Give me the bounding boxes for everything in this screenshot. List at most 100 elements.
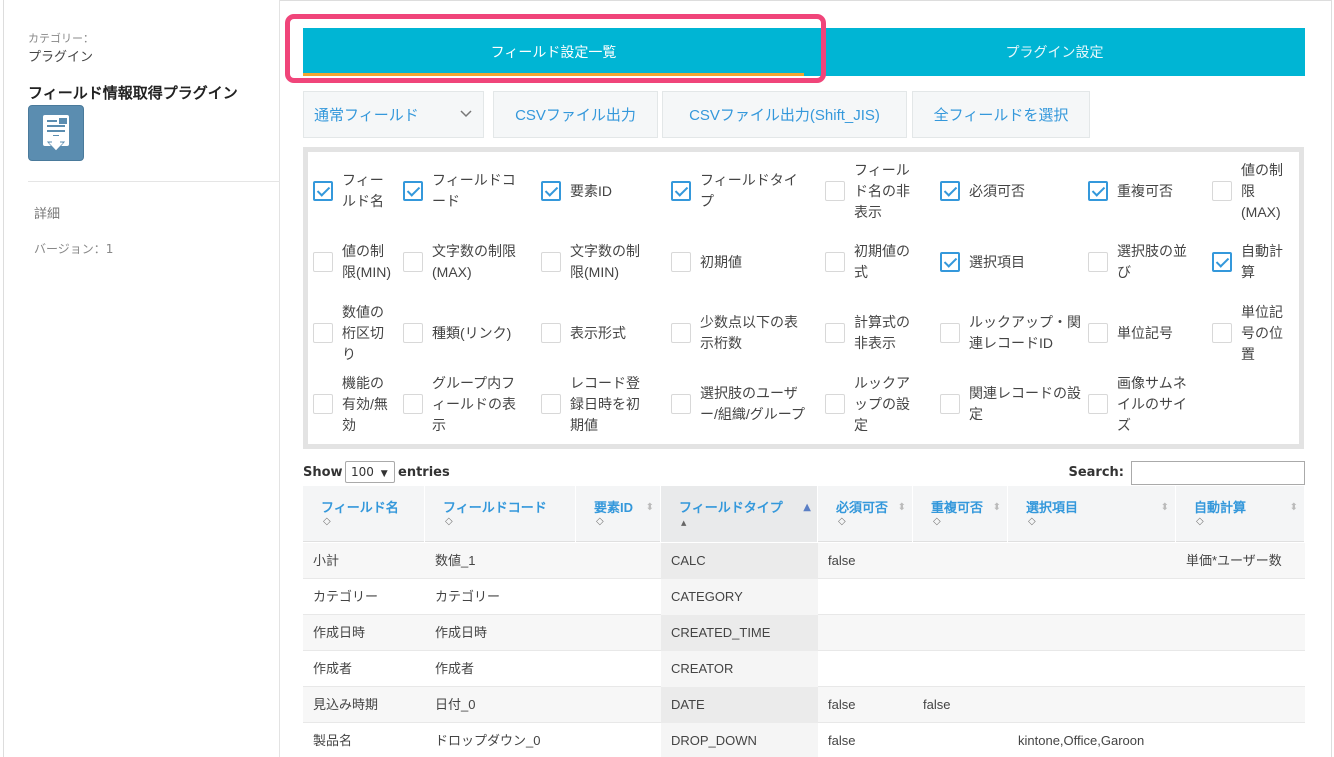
table-row[interactable]: 小計 数値_1 CALC false 単価*ユーザー数 bbox=[303, 543, 1305, 579]
table-cell: 作成者 bbox=[313, 661, 353, 676]
column-checkbox[interactable] bbox=[403, 252, 423, 272]
table-cell: 数値_1 bbox=[435, 553, 476, 568]
column-checkbox[interactable] bbox=[1088, 323, 1108, 343]
column-checkbox[interactable] bbox=[541, 394, 561, 414]
column-toggle-item[interactable]: フィールド名の非表示 bbox=[825, 159, 914, 223]
column-checkbox[interactable] bbox=[1088, 181, 1108, 201]
column-toggle-item[interactable]: 文字数の制限(MAX) bbox=[403, 230, 522, 294]
column-toggle-item[interactable]: 種類(リンク) bbox=[403, 301, 522, 365]
table-cell: ドロップダウン_0 bbox=[435, 733, 541, 748]
sort-indicator-icon: ⬍ bbox=[897, 502, 906, 513]
column-toggle-item[interactable]: 初期値 bbox=[671, 230, 810, 294]
column-checkbox[interactable] bbox=[541, 181, 561, 201]
select-all-fields-button[interactable]: 全フィールドを選択 bbox=[912, 91, 1090, 138]
column-toggle-item[interactable]: 重複可否 bbox=[1088, 159, 1195, 223]
column-toggle-item[interactable]: ルックアップ・関連レコードID bbox=[940, 301, 1089, 365]
table-row[interactable]: 製品名 ドロップダウン_0 DROP_DOWN false kintone,Office… bbox=[303, 723, 1305, 757]
column-checkbox[interactable] bbox=[671, 323, 691, 343]
column-header[interactable]: 必須可否 ◇ ⬍ bbox=[818, 486, 913, 542]
column-toggle-item[interactable]: 選択項目 bbox=[940, 230, 1089, 294]
csv-export-shift-jis-button[interactable]: CSVファイル出力(Shift_JIS) bbox=[662, 91, 907, 138]
tab-field-list[interactable]: フィールド設定一覧 bbox=[303, 28, 804, 76]
field-type-select[interactable]: 通常フィールド bbox=[303, 91, 484, 138]
column-checkbox[interactable] bbox=[403, 323, 423, 343]
column-toggle-item[interactable]: 要素ID bbox=[541, 159, 652, 223]
column-header[interactable]: フィールドコード ◇ bbox=[425, 486, 576, 542]
column-toggle-item[interactable]: 表示形式 bbox=[541, 301, 652, 365]
sidebar: カテゴリー： プラグイン フィールド情報取得プラグイン 詳細 バージョン：1 bbox=[4, 0, 280, 757]
column-toggle-item[interactable]: 自動計算 bbox=[1212, 230, 1291, 294]
column-checkbox[interactable] bbox=[1088, 252, 1108, 272]
column-toggle-item[interactable]: 少数点以下の表示桁数 bbox=[671, 301, 810, 365]
column-checkbox[interactable] bbox=[1212, 252, 1232, 272]
column-header[interactable]: 選択項目 ◇ ⬍ bbox=[1008, 486, 1176, 542]
column-toggle-item[interactable]: 関連レコードの設定 bbox=[940, 372, 1089, 436]
column-toggle-item[interactable]: 単位記号 bbox=[1088, 301, 1195, 365]
column-checkbox[interactable] bbox=[825, 181, 845, 201]
sort-asc-icon: ▲ bbox=[681, 519, 687, 527]
column-toggle-item[interactable]: 計算式の非表示 bbox=[825, 301, 914, 365]
table-row[interactable]: カテゴリー カテゴリー CATEGORY bbox=[303, 579, 1305, 615]
column-toggle-item[interactable]: 数値の桁区切り bbox=[313, 301, 397, 365]
column-checkbox[interactable] bbox=[825, 252, 845, 272]
column-toggle-item[interactable]: 選択肢の並び bbox=[1088, 230, 1195, 294]
column-checkbox[interactable] bbox=[1212, 181, 1232, 201]
table-row[interactable]: 見込み時期 日付_0 DATE false false bbox=[303, 687, 1305, 723]
column-toggle-item[interactable]: フィールド名 bbox=[313, 159, 397, 223]
column-checkbox[interactable] bbox=[940, 252, 960, 272]
column-header[interactable]: 自動計算 ◇ ⬍ bbox=[1176, 486, 1305, 542]
column-header[interactable]: 要素ID ◇ ⬍ bbox=[576, 486, 661, 542]
detail-link[interactable]: 詳細 bbox=[34, 203, 60, 222]
column-checkbox[interactable] bbox=[1088, 394, 1108, 414]
column-checkbox-label: 少数点以下の表示桁数 bbox=[700, 314, 798, 351]
column-checkbox[interactable] bbox=[313, 323, 333, 343]
column-toggle-item[interactable]: フィールドタイプ bbox=[671, 159, 810, 223]
column-toggle-item[interactable]: グループ内フィールドの表示 bbox=[403, 372, 522, 436]
column-toggle-item[interactable]: 文字数の制限(MIN) bbox=[541, 230, 652, 294]
column-checkbox[interactable] bbox=[403, 394, 423, 414]
column-checkbox[interactable] bbox=[541, 323, 561, 343]
table-cell: CREATOR bbox=[671, 661, 734, 676]
search-input[interactable] bbox=[1131, 461, 1305, 485]
column-checkbox[interactable] bbox=[825, 323, 845, 343]
table-cell: kintone,Office,Garoon bbox=[1018, 733, 1145, 748]
column-toggle-item[interactable]: 選択肢のユーザー/組織/グループ bbox=[671, 372, 810, 436]
column-checkbox[interactable] bbox=[403, 181, 423, 201]
column-toggle-item[interactable]: レコード登録日時を初期値 bbox=[541, 372, 652, 436]
column-checkbox[interactable] bbox=[940, 323, 960, 343]
column-toggle-item[interactable]: 機能の有効/無効 bbox=[313, 372, 397, 436]
column-checkbox[interactable] bbox=[940, 394, 960, 414]
column-checkbox[interactable] bbox=[825, 394, 845, 414]
column-toggle-item[interactable]: 必須可否 bbox=[940, 159, 1089, 223]
column-checkbox[interactable] bbox=[313, 181, 333, 201]
column-header[interactable]: フィールド名 ◇ bbox=[303, 486, 425, 542]
table-row[interactable]: 作成者 作成者 CREATOR bbox=[303, 651, 1305, 687]
column-toggle-item[interactable]: 初期値の式 bbox=[825, 230, 914, 294]
csv-export-button[interactable]: CSVファイル出力 bbox=[493, 91, 658, 138]
column-toggle-item[interactable]: 値の制限(MAX) bbox=[1212, 159, 1291, 223]
tab-plugin-settings[interactable]: プラグイン設定 bbox=[804, 28, 1305, 76]
column-toggle-item[interactable]: フィールドコード bbox=[403, 159, 522, 223]
column-checkbox[interactable] bbox=[671, 394, 691, 414]
page-length-select[interactable]: 100 ▼ bbox=[345, 461, 395, 483]
column-checkbox[interactable] bbox=[940, 181, 960, 201]
column-checkbox[interactable] bbox=[671, 181, 691, 201]
column-toggle-item[interactable]: 画像サムネイルのサイズ bbox=[1088, 372, 1195, 436]
column-header[interactable]: フィールドタイプ ▲ ▲ bbox=[661, 486, 818, 542]
column-checkbox[interactable] bbox=[313, 252, 333, 272]
column-checkbox[interactable] bbox=[313, 394, 333, 414]
column-header[interactable]: 重複可否 ◇ ⬍ bbox=[913, 486, 1008, 542]
table-cell: 小計 bbox=[313, 553, 340, 568]
column-checkbox-label: 要素ID bbox=[570, 182, 612, 199]
table-row[interactable]: 作成日時 作成日時 CREATED_TIME bbox=[303, 615, 1305, 651]
column-toggle-item[interactable]: 単位記号の位置 bbox=[1212, 301, 1291, 365]
chevron-down-icon bbox=[460, 110, 472, 118]
column-toggle-item[interactable]: ルックアップの設定 bbox=[825, 372, 914, 436]
column-checkbox-label: フィールドコード bbox=[432, 172, 516, 209]
column-toggle-item[interactable]: 値の制限(MIN) bbox=[313, 230, 397, 294]
column-checkbox[interactable] bbox=[541, 252, 561, 272]
column-checkbox[interactable] bbox=[671, 252, 691, 272]
column-checkbox[interactable] bbox=[1212, 323, 1232, 343]
column-checkbox-label: 自動計算 bbox=[1241, 243, 1283, 280]
column-checkbox-label: 選択肢の並び bbox=[1117, 243, 1187, 280]
